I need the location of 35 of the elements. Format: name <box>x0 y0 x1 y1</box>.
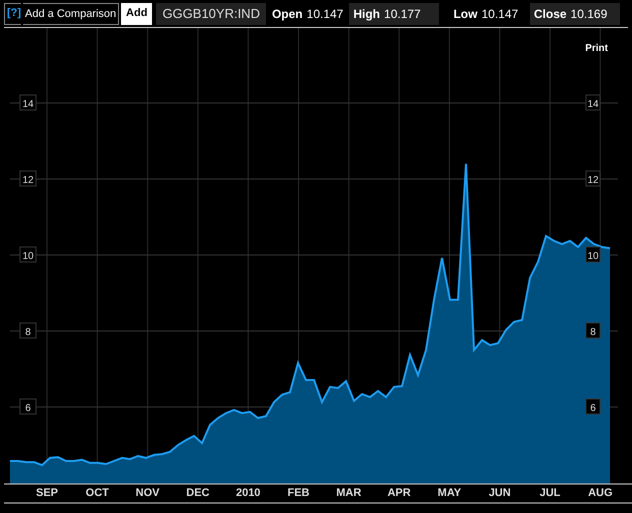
y-axis-label: 8 <box>25 327 31 338</box>
stat-label: Low <box>453 6 478 22</box>
y-axis-label: 12 <box>587 175 599 186</box>
stat-value: 10.147 <box>481 6 518 22</box>
stat-value: 10.177 <box>384 6 421 22</box>
x-axis-label: DEC <box>186 487 210 499</box>
x-axis-label: OCT <box>86 487 109 499</box>
x-axis-label: FEB <box>288 487 310 499</box>
y-axis-label: 6 <box>25 403 31 414</box>
x-axis-label: MAR <box>336 487 362 499</box>
comparison-field[interactable]: Add a Comparison <box>23 2 120 24</box>
y-axis-label: 8 <box>590 327 596 338</box>
y-axis-label: 12 <box>22 175 34 186</box>
y-axis-label: 14 <box>22 99 34 110</box>
ticker-label: GGGB10YR:IND <box>156 2 266 24</box>
y-axis-label: 10 <box>22 251 34 262</box>
stat-label: Close <box>534 6 567 22</box>
help-button[interactable]: [?] <box>4 2 22 24</box>
x-axis-label: SEP <box>36 487 58 499</box>
x-axis-label: JUN <box>488 487 511 499</box>
add-button[interactable]: Add <box>121 2 152 24</box>
y-axis-label: 6 <box>590 403 596 414</box>
y-axis-label: 10 <box>587 251 599 262</box>
print-link[interactable]: Print <box>585 41 608 56</box>
stat-value: 10.169 <box>570 6 608 22</box>
stat-value: 10.147 <box>306 6 344 22</box>
stat-label: Open <box>272 6 303 22</box>
x-axis-label: JUL <box>540 487 560 499</box>
y-axis-label: 14 <box>587 99 599 110</box>
x-axis-label: MAY <box>438 487 462 499</box>
x-axis-label: AUG <box>588 487 613 499</box>
stat-label: High <box>353 6 380 22</box>
x-axis-label: APR <box>387 487 411 499</box>
x-axis-label: 2010 <box>236 487 260 499</box>
x-axis-label: NOV <box>136 487 160 499</box>
